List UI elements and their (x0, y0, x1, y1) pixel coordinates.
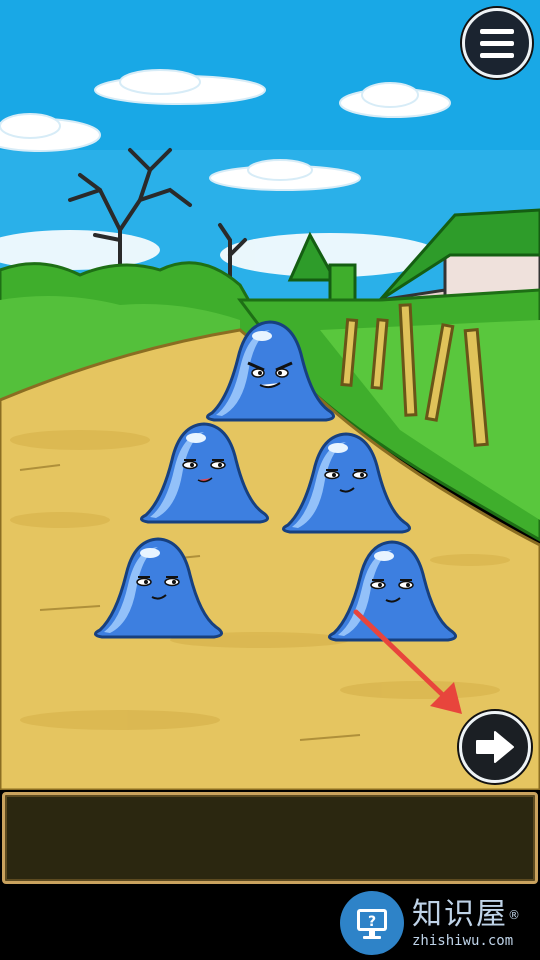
next-button[interactable] (459, 711, 531, 783)
slime-smirk[interactable] (136, 420, 272, 530)
game-scene[interactable] (0, 0, 540, 790)
hamburger-menu-icon (480, 28, 514, 34)
registered-mark: ® (508, 908, 522, 922)
arrow-right-icon (476, 731, 514, 763)
svg-text:?: ? (368, 914, 376, 930)
slime-angry[interactable] (202, 318, 338, 428)
watermark-url: zhishiwu.com (412, 933, 514, 949)
slime-smirk[interactable] (278, 430, 414, 540)
watermark-title: 知识屋 (412, 897, 508, 932)
watermark: ? 知识屋® zhishiwu.com (340, 890, 540, 956)
menu-button[interactable] (462, 8, 532, 78)
monitor-question-icon: ? (340, 891, 404, 955)
slime-smirk[interactable] (90, 535, 226, 645)
hint-arrow-icon (353, 609, 462, 714)
dialog-panel[interactable] (2, 792, 538, 884)
